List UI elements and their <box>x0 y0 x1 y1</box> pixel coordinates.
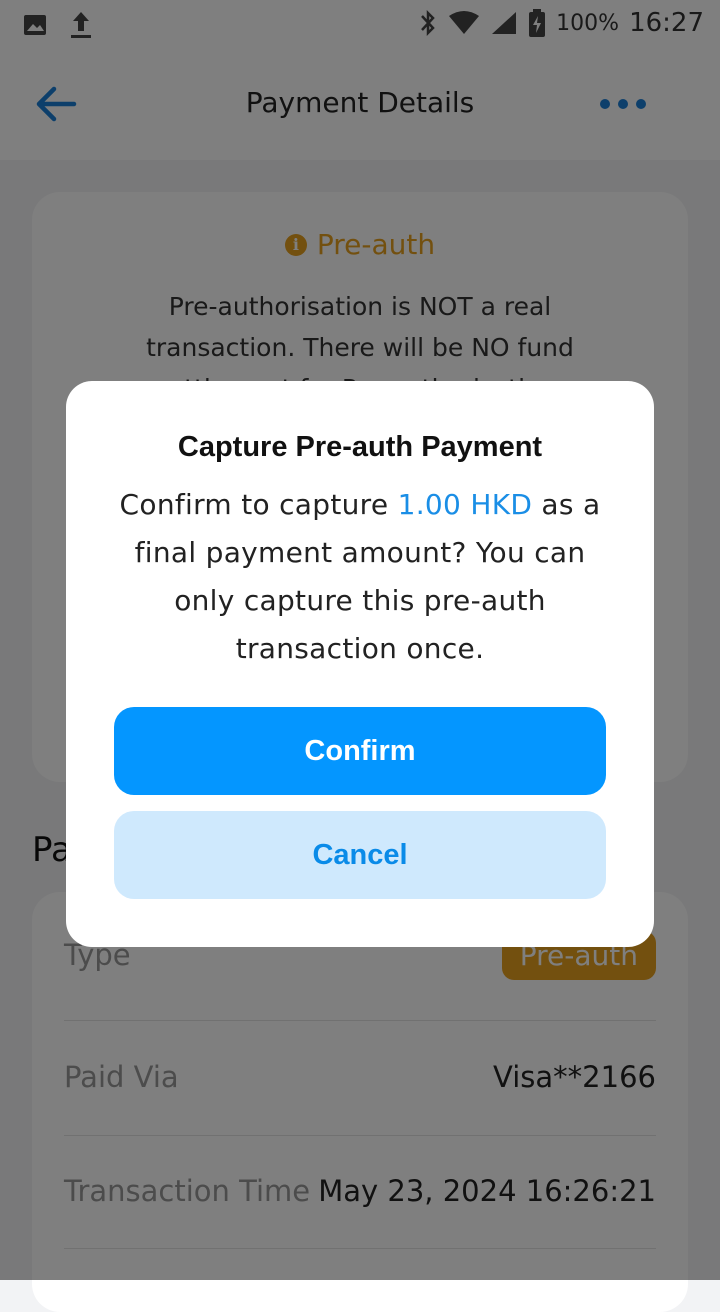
dialog-message: Confirm to capture 1.00 HKD as a final p… <box>106 481 614 673</box>
capture-amount: 1.00 HKD <box>397 488 533 521</box>
capture-dialog: Capture Pre-auth Payment Confirm to capt… <box>66 381 654 947</box>
confirm-button[interactable]: Confirm <box>114 707 606 795</box>
dialog-title: Capture Pre-auth Payment <box>177 431 543 463</box>
dialog-message-start: Confirm to capture <box>119 488 398 521</box>
cancel-button[interactable]: Cancel <box>114 811 606 899</box>
